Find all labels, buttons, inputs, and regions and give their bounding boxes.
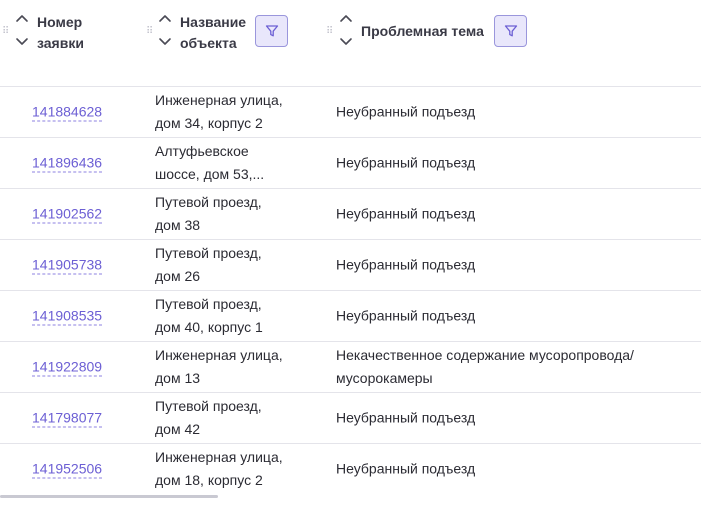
object-name-cell: Путевой проезд, дом 40, корпус 1 xyxy=(155,293,305,339)
request-number-link[interactable]: 141908535 xyxy=(32,307,103,326)
object-name-cell: Алтуфьевское шоссе, дом 53,... xyxy=(155,140,305,186)
object-name-line: Путевой проезд, xyxy=(155,194,262,210)
object-name-line: дом 13 xyxy=(155,370,201,386)
column-title-object: Название объекта xyxy=(180,12,246,54)
chevron-up-down-icon xyxy=(340,15,352,45)
filter-button-object[interactable] xyxy=(255,15,288,47)
table-row: 141952506 Инженерная улица, дом 18, корп… xyxy=(0,444,701,494)
problem-topic-cell: Неубранный подъезд xyxy=(336,305,696,328)
table-row: 141884628 Инженерная улица, дом 34, корп… xyxy=(0,87,701,138)
funnel-icon xyxy=(504,25,517,37)
table-header: ⠿ Номер заявки ⠿ Название объекта ⠿ Проб… xyxy=(0,0,701,87)
table-row: 141896436 Алтуфьевское шоссе, дом 53,...… xyxy=(0,138,701,189)
drag-handle-icon[interactable]: ⠿ xyxy=(2,26,9,38)
request-number-link[interactable]: 141902562 xyxy=(32,205,103,224)
problem-topic-cell: Некачественное содержание мусоропровода/… xyxy=(336,344,696,390)
object-name-line: Инженерная улица, xyxy=(155,347,283,363)
object-name-line: Путевой проезд, xyxy=(155,245,262,261)
column-title-object-line2: объекта xyxy=(180,35,237,51)
column-title-number-line2: заявки xyxy=(37,35,84,51)
drag-handle-icon[interactable]: ⠿ xyxy=(326,26,333,38)
request-number-link[interactable]: 141905738 xyxy=(32,256,103,275)
object-name-line: дом 26 xyxy=(155,268,201,284)
problem-topic-line: Некачественное содержание мусоропровода/ xyxy=(336,347,634,363)
object-name-line: Путевой проезд, xyxy=(155,398,262,414)
problem-topic-cell: Неубранный подъезд xyxy=(336,458,696,481)
object-name-cell: Путевой проезд, дом 26 xyxy=(155,242,305,288)
object-name-line: дом 18, корпус 2 xyxy=(155,472,263,488)
table-row: 141902562 Путевой проезд, дом 38 Неубран… xyxy=(0,189,701,240)
object-name-line: дом 34, корпус 2 xyxy=(155,115,263,131)
problem-topic-cell: Неубранный подъезд xyxy=(336,407,696,430)
horizontal-scrollbar[interactable] xyxy=(0,495,218,498)
request-number-link[interactable]: 141896436 xyxy=(32,154,103,173)
object-name-cell: Путевой проезд, дом 38 xyxy=(155,191,305,237)
request-number-link[interactable]: 141922809 xyxy=(32,358,103,377)
problem-topic-line: Неубранный подъезд xyxy=(336,460,476,477)
object-name-line: дом 38 xyxy=(155,217,201,233)
column-title-number: Номер заявки xyxy=(37,12,84,54)
object-name-cell: Инженерная улица, дом 18, корпус 2 xyxy=(155,446,305,492)
table-row: 141922809 Инженерная улица, дом 13 Некач… xyxy=(0,342,701,393)
object-name-cell: Путевой проезд, дом 42 xyxy=(155,395,305,441)
column-title-topic: Проблемная тема xyxy=(361,21,484,42)
problem-topic-line: Неубранный подъезд xyxy=(336,154,476,171)
sort-toggle-object[interactable] xyxy=(158,12,172,48)
object-name-cell: Инженерная улица, дом 13 xyxy=(155,344,305,390)
chevron-up-down-icon xyxy=(159,15,171,45)
problem-topic-cell: Неубранный подъезд xyxy=(336,254,696,277)
problem-topic-line: Неубранный подъезд xyxy=(336,256,476,273)
problem-topic-line: Неубранный подъезд xyxy=(336,307,476,324)
filter-button-topic[interactable] xyxy=(494,15,527,47)
table-row: 141905738 Путевой проезд, дом 26 Неубран… xyxy=(0,240,701,291)
problem-topic-cell: Неубранный подъезд xyxy=(336,101,696,124)
problem-topic-cell: Неубранный подъезд xyxy=(336,203,696,226)
chevron-up-down-icon xyxy=(16,15,28,45)
request-number-link[interactable]: 141952506 xyxy=(32,460,103,479)
object-name-line: шоссе, дом 53,... xyxy=(155,166,265,182)
problem-topic-line: Неубранный подъезд xyxy=(336,409,476,426)
sort-toggle-topic[interactable] xyxy=(339,12,353,48)
table-row: 141908535 Путевой проезд, дом 40, корпус… xyxy=(0,291,701,342)
column-header-object[interactable]: ⠿ Название объекта xyxy=(142,0,322,86)
object-name-line: Инженерная улица, xyxy=(155,92,283,108)
column-title-number-line1: Номер xyxy=(37,14,83,30)
object-name-line: дом 42 xyxy=(155,421,201,437)
request-number-link[interactable]: 141884628 xyxy=(32,103,103,122)
sort-toggle-number[interactable] xyxy=(15,12,29,48)
request-number-link[interactable]: 141798077 xyxy=(32,409,103,428)
drag-handle-icon[interactable]: ⠿ xyxy=(146,26,153,38)
problem-topic-cell: Неубранный подъезд xyxy=(336,152,696,175)
problem-topic-line: мусорокамеры xyxy=(336,370,433,386)
problem-topic-line: Неубранный подъезд xyxy=(336,205,476,222)
object-name-line: Алтуфьевское xyxy=(155,143,249,159)
column-header-number[interactable]: ⠿ Номер заявки xyxy=(0,0,150,86)
object-name-line: Путевой проезд, xyxy=(155,296,262,312)
object-name-cell: Инженерная улица, дом 34, корпус 2 xyxy=(155,89,305,135)
column-header-topic[interactable]: ⠿ Проблемная тема xyxy=(322,0,701,86)
column-title-topic-line1: Проблемная тема xyxy=(361,23,484,39)
problem-topic-line: Неубранный подъезд xyxy=(336,103,476,120)
column-title-object-line1: Название xyxy=(180,14,247,30)
object-name-line: Инженерная улица, xyxy=(155,449,283,465)
requests-table: ⠿ Номер заявки ⠿ Название объекта ⠿ Проб… xyxy=(0,0,701,494)
table-row: 141798077 Путевой проезд, дом 42 Неубран… xyxy=(0,393,701,444)
funnel-icon xyxy=(265,25,278,37)
object-name-line: дом 40, корпус 1 xyxy=(155,319,263,335)
